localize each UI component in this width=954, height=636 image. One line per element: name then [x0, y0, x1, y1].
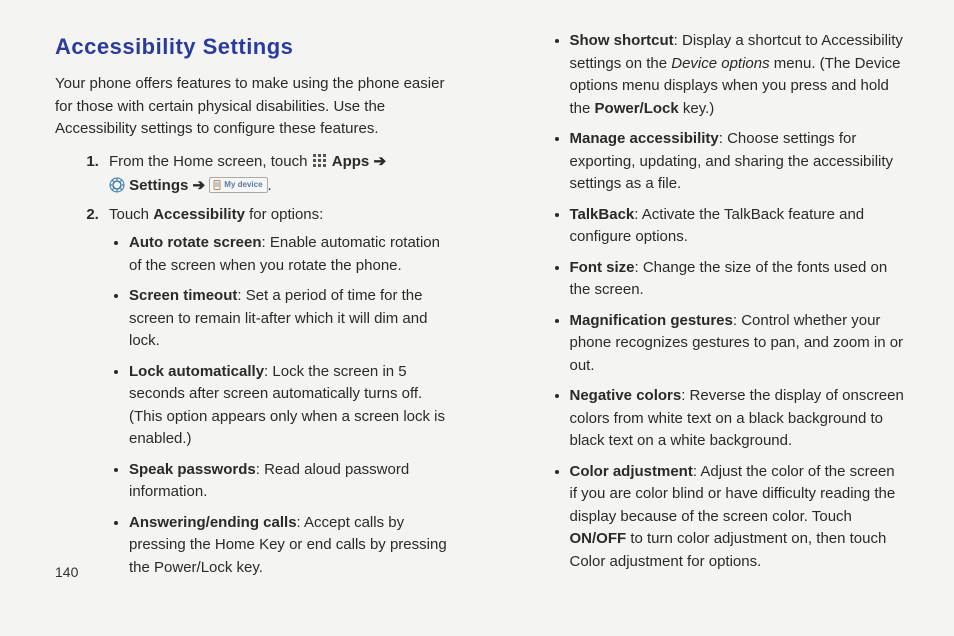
bullet-title: Manage accessibility	[570, 130, 719, 147]
left-bullets: Auto rotate screen: Enable automatic rot…	[109, 232, 450, 579]
apps-label: Apps	[332, 153, 370, 170]
bullet-item: Color adjustment: Adjust the color of th…	[570, 461, 905, 574]
step-1: From the Home screen, touch Apps ➔	[103, 151, 450, 198]
arrow-icon: ➔	[193, 177, 206, 194]
manual-page: Accessibility Settings Your phone offers…	[0, 0, 954, 590]
bullet-item: Lock automatically: Lock the screen in 5…	[129, 361, 450, 451]
bullet-title: Show shortcut	[570, 32, 674, 49]
steps-list: From the Home screen, touch Apps ➔	[55, 151, 450, 580]
bullet-item: Answering/ending calls: Accept calls by …	[129, 512, 450, 580]
bullet-bold: ON/OFF	[570, 530, 627, 547]
right-bullets: Show shortcut: Display a shortcut to Acc…	[510, 30, 905, 573]
bullet-item: Screen timeout: Set a period of time for…	[129, 285, 450, 353]
bullet-item: Manage accessibility: Choose settings fo…	[570, 128, 905, 196]
step1-suffix: .	[268, 177, 272, 194]
bullet-item: Speak passwords: Read aloud password inf…	[129, 459, 450, 504]
arrow-icon: ➔	[373, 153, 386, 170]
bullet-text: key.)	[679, 100, 715, 117]
step1-prefix: From the Home screen, touch	[109, 153, 312, 170]
bullet-bold: Power/Lock	[595, 100, 679, 117]
my-device-icon: My device	[209, 177, 267, 193]
bullet-title: Magnification gestures	[570, 312, 733, 329]
bullet-italic: Device options	[671, 55, 769, 72]
bullet-item: TalkBack: Activate the TalkBack feature …	[570, 204, 905, 249]
apps-icon	[312, 151, 328, 175]
my-device-label: My device	[224, 179, 262, 191]
step2-suffix: for options:	[245, 206, 323, 223]
step2-prefix: Touch	[109, 206, 153, 223]
right-column: Show shortcut: Display a shortcut to Acc…	[510, 30, 905, 580]
step2-bold: Accessibility	[153, 206, 245, 223]
page-number: 140	[55, 564, 78, 580]
bullet-title: Lock automatically	[129, 363, 264, 380]
bullet-item: Show shortcut: Display a shortcut to Acc…	[570, 30, 905, 120]
bullet-title: TalkBack	[570, 206, 635, 223]
section-heading: Accessibility Settings	[55, 30, 450, 63]
bullet-title: Font size	[570, 259, 635, 276]
bullet-title: Negative colors	[570, 387, 682, 404]
bullet-item: Auto rotate screen: Enable automatic rot…	[129, 232, 450, 277]
intro-text: Your phone offers features to make using…	[55, 73, 450, 141]
bullet-title: Color adjustment	[570, 463, 693, 480]
bullet-title: Screen timeout	[129, 287, 237, 304]
step-2: Touch Accessibility for options: Auto ro…	[103, 204, 450, 580]
bullet-title: Speak passwords	[129, 461, 256, 478]
bullet-item: Negative colors: Reverse the display of …	[570, 385, 905, 453]
bullet-item: Font size: Change the size of the fonts …	[570, 257, 905, 302]
settings-icon	[109, 174, 125, 198]
bullet-title: Auto rotate screen	[129, 234, 262, 251]
bullet-title: Answering/ending calls	[129, 514, 297, 531]
bullet-item: Magnification gestures: Control whether …	[570, 310, 905, 378]
settings-label: Settings	[129, 177, 188, 194]
left-column: Accessibility Settings Your phone offers…	[55, 30, 450, 580]
